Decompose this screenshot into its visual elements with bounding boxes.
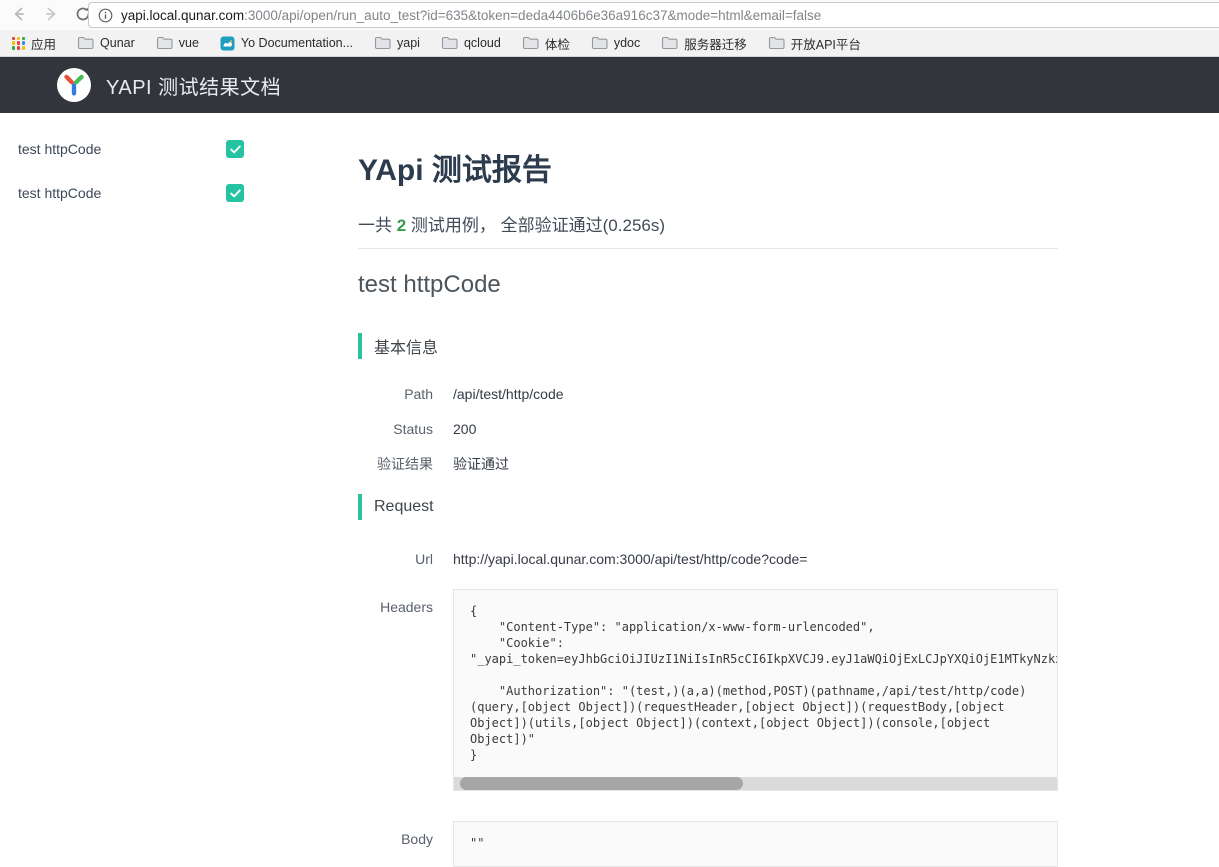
yo-site-icon xyxy=(220,36,235,51)
folder-icon xyxy=(374,36,391,50)
bookmark-label: yapi xyxy=(397,36,420,50)
row-label: Body xyxy=(358,821,433,849)
summary-prefix: 一共 xyxy=(358,216,397,235)
case-name-heading: test httpCode xyxy=(358,271,1058,299)
divider xyxy=(358,248,1058,249)
browser-toolbar: yapi.local.qunar.com:3000/api/open/run_a… xyxy=(0,0,1219,30)
bookmark-folder-server-migration[interactable]: 服务器迁移 xyxy=(661,34,747,53)
bookmarks-bar: 应用 Qunar vue Yo Documentation... yapi qc… xyxy=(0,30,1219,57)
apps-grid-icon xyxy=(12,37,25,50)
forward-icon[interactable] xyxy=(40,3,62,25)
bookmark-label: 应用 xyxy=(31,34,56,53)
summary-case-count: 2 xyxy=(397,216,406,235)
page-title: YAPI 测试结果文档 xyxy=(106,71,281,100)
section-request: Request xyxy=(358,494,1058,520)
bookmark-apps[interactable]: 应用 xyxy=(12,34,56,53)
folder-icon xyxy=(77,36,94,50)
folder-icon xyxy=(591,36,608,50)
row-value: 200 xyxy=(453,420,476,439)
sidebar-item-test-case-1[interactable]: test httpCode xyxy=(18,140,244,158)
row-label: 验证结果 xyxy=(358,455,433,474)
bookmark-label: 体检 xyxy=(545,34,570,53)
bookmark-folder-vue[interactable]: vue xyxy=(156,36,199,50)
horizontal-scrollbar xyxy=(454,777,1057,790)
bookmark-folder-ydoc[interactable]: ydoc xyxy=(591,36,640,50)
yapi-header: YAPI 测试结果文档 xyxy=(0,57,1219,113)
section-title-label: Request xyxy=(374,498,434,516)
bookmark-folder-qunar[interactable]: Qunar xyxy=(77,36,135,50)
row-headers: Headers { "Content-Type": "application/x… xyxy=(358,589,1058,791)
row-body: Body "" xyxy=(358,821,1058,867)
bookmark-label: vue xyxy=(179,36,199,50)
scrollbar-thumb[interactable] xyxy=(460,777,743,790)
row-value: http://yapi.local.qunar.com:3000/api/tes… xyxy=(453,550,808,569)
bookmark-folder-open-api[interactable]: 开放API平台 xyxy=(768,34,861,53)
bookmark-label: Qunar xyxy=(100,36,135,50)
folder-icon xyxy=(661,36,678,50)
row-label: Url xyxy=(358,550,433,569)
bookmark-label: qcloud xyxy=(464,36,501,50)
sidebar-item-test-case-2[interactable]: test httpCode xyxy=(18,184,244,202)
folder-icon xyxy=(768,36,785,50)
passed-check-icon xyxy=(226,184,244,202)
row-label: Status xyxy=(358,420,433,439)
yapi-logo-icon xyxy=(57,68,91,102)
section-basic-info: 基本信息 xyxy=(358,333,1058,359)
bookmark-folder-yapi[interactable]: yapi xyxy=(374,36,420,50)
bookmark-yo-documentation[interactable]: Yo Documentation... xyxy=(220,36,353,51)
url-text: yapi.local.qunar.com:3000/api/open/run_a… xyxy=(121,8,821,23)
row-value: 验证通过 xyxy=(453,455,509,474)
folder-icon xyxy=(156,36,173,50)
body-code: "" xyxy=(454,822,1057,861)
page-info-icon[interactable] xyxy=(98,8,113,23)
address-bar[interactable]: yapi.local.qunar.com:3000/api/open/run_a… xyxy=(88,2,1219,28)
folder-icon xyxy=(522,36,539,50)
passed-check-icon xyxy=(226,140,244,158)
headers-code-box: { "Content-Type": "application/x-www-for… xyxy=(453,589,1058,791)
bookmark-label: 开放API平台 xyxy=(791,34,861,53)
row-verify-result: 验证结果 验证通过 xyxy=(358,455,1058,474)
url-host: yapi.local.qunar.com xyxy=(121,8,244,23)
bookmark-folder-tijian[interactable]: 体检 xyxy=(522,34,570,53)
bookmark-label: Yo Documentation... xyxy=(241,36,353,50)
report-title: YApi 测试报告 xyxy=(358,145,1058,189)
bookmark-label: ydoc xyxy=(614,36,640,50)
url-path: :3000/api/open/run_auto_test?id=635&toke… xyxy=(244,8,821,23)
test-case-name: test httpCode xyxy=(18,185,101,201)
bookmark-label: 服务器迁移 xyxy=(684,34,747,53)
row-url: Url http://yapi.local.qunar.com:3000/api… xyxy=(358,550,1058,569)
body-code-box: "" xyxy=(453,821,1058,867)
row-status: Status 200 xyxy=(358,420,1058,439)
bookmark-folder-qcloud[interactable]: qcloud xyxy=(441,36,501,50)
report-summary: 一共 2 测试用例， 全部验证通过(0.256s) xyxy=(358,211,1058,236)
summary-suffix: 测试用例， 全部验证通过(0.256s) xyxy=(406,216,665,235)
headers-code: { "Content-Type": "application/x-www-for… xyxy=(454,590,1057,773)
row-label: Headers xyxy=(358,589,433,617)
test-case-name: test httpCode xyxy=(18,141,101,157)
row-label: Path xyxy=(358,385,433,404)
row-value: /api/test/http/code xyxy=(453,385,564,404)
test-case-sidebar: test httpCode test httpCode xyxy=(0,113,358,867)
folder-icon xyxy=(441,36,458,50)
report-main: YApi 测试报告 一共 2 测试用例， 全部验证通过(0.256s) test… xyxy=(358,113,1058,867)
row-path: Path /api/test/http/code xyxy=(358,385,1058,404)
section-title-label: 基本信息 xyxy=(374,334,438,358)
back-icon[interactable] xyxy=(8,3,30,25)
browser-window: yapi.local.qunar.com:3000/api/open/run_a… xyxy=(0,0,1219,867)
